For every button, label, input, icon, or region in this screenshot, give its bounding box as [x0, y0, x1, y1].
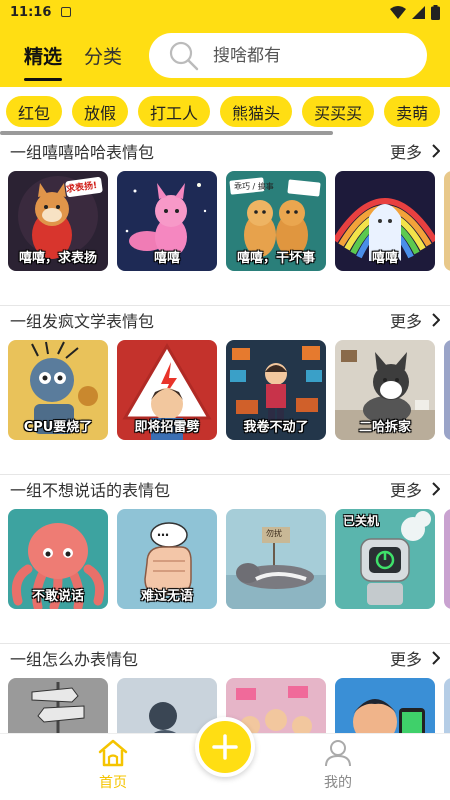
- phone-man-icon: [335, 678, 435, 733]
- sticker-tile[interactable]: [8, 678, 108, 733]
- next-tile-peek: [444, 678, 450, 733]
- more-label: 更多: [389, 143, 422, 162]
- nav-mine[interactable]: 我的: [308, 738, 368, 792]
- user-icon: [325, 740, 351, 767]
- signal-icon: [412, 5, 425, 19]
- sticker-feed[interactable]: 一组嘻嘻哈哈表情包 更多 求表扬! 嘻嘻，求表扬 嘻嘻 乖巧 / 搞事 嘻嘻，干…: [0, 137, 450, 733]
- sticker-tile[interactable]: 嘻嘻: [335, 171, 435, 271]
- sticker-caption: CPU要烧了: [23, 420, 93, 435]
- sticker-tile[interactable]: 即将招雷劈: [117, 340, 217, 440]
- sticker-caption: 即将招雷劈: [134, 420, 200, 435]
- sticker-caption: 嘻嘻: [153, 251, 180, 266]
- tag-chips-bar: 红包 放假 打工人 熊猫头 买买买 卖萌: [0, 87, 450, 137]
- notification-icon: [61, 7, 72, 17]
- sticker-tile[interactable]: 已关机: [335, 509, 435, 609]
- sticker-caption: 难过无语: [140, 589, 193, 604]
- sticker-caption: 嘻嘻: [371, 251, 398, 266]
- chevron-right-icon: [432, 313, 440, 327]
- chip-shopping[interactable]: 买买买: [302, 96, 375, 127]
- sleeping-cat-icon: [226, 509, 326, 609]
- sticker-caption: 我卷不动了: [243, 420, 309, 435]
- chip-panda-head[interactable]: 熊猫头: [220, 96, 293, 127]
- sticker-section: 一组嘻嘻哈哈表情包 更多 求表扬! 嘻嘻，求表扬 嘻嘻 乖巧 / 搞事 嘻嘻，干…: [0, 137, 450, 306]
- chevron-right-icon: [432, 482, 440, 496]
- sticker-caption: 嘻嘻，求表扬: [18, 251, 97, 266]
- signpost-icon: [8, 678, 108, 733]
- sticker-row: 不敢说话 … 难过无语 勿扰 已关机: [8, 509, 435, 609]
- sticker-tile[interactable]: [335, 678, 435, 733]
- chevron-right-icon: [432, 144, 440, 158]
- section-title: 一组怎么办表情包: [10, 650, 139, 669]
- sticker-tile[interactable]: 勿扰: [226, 509, 326, 609]
- chips-scroll-indicator: [0, 131, 333, 135]
- section-header: 一组发疯文学表情包 更多: [10, 308, 440, 332]
- section-title: 一组发疯文学表情包: [10, 312, 155, 331]
- sticker-sign: 已关机: [343, 514, 380, 528]
- section-header: 一组不想说话的表情包 更多: [10, 477, 440, 501]
- status-time: 11:16: [10, 4, 52, 20]
- nav-home[interactable]: 首页: [83, 738, 143, 792]
- sticker-tile[interactable]: 乖巧 / 搞事 嘻嘻，干坏事: [226, 171, 326, 271]
- battery-icon: [431, 4, 440, 20]
- sticker-caption: 嘻嘻，干坏事: [236, 251, 315, 266]
- app-root: 11:16 精选 分类 红包 放假 打工人 熊猫头 买买买 卖萌: [0, 0, 450, 800]
- section-header: 一组怎么办表情包 更多: [10, 646, 440, 670]
- more-link[interactable]: 更多: [390, 477, 440, 501]
- search-input[interactable]: [213, 45, 393, 66]
- sticker-caption: 不敢说话: [31, 589, 84, 604]
- sticker-tile[interactable]: 我卷不动了: [226, 340, 326, 440]
- sticker-row: CPU要烧了 即将招雷劈 我卷不动了 二哈拆家: [8, 340, 435, 440]
- sticker-tile[interactable]: [117, 678, 217, 733]
- more-label: 更多: [389, 312, 422, 331]
- sticker-section: 一组不想说话的表情包 更多 不敢说话 … 难过无语 勿扰 已关机: [0, 475, 450, 644]
- wifi-icon: [390, 5, 406, 19]
- chip-worker[interactable]: 打工人: [138, 96, 211, 127]
- sticker-tile[interactable]: 嘻嘻: [117, 171, 217, 271]
- more-label: 更多: [389, 481, 422, 500]
- sticker-tile[interactable]: 不敢说话: [8, 509, 108, 609]
- speech-bubble: …: [157, 525, 169, 539]
- home-icon: [98, 739, 128, 767]
- section-title: 一组嘻嘻哈哈表情包: [10, 143, 155, 162]
- chip-cute[interactable]: 卖萌: [384, 96, 441, 127]
- status-bar: 11:16: [0, 0, 450, 24]
- nav-home-label: 首页: [99, 775, 127, 791]
- status-icons: [390, 4, 440, 20]
- more-link[interactable]: 更多: [390, 646, 440, 670]
- add-button[interactable]: [195, 717, 255, 777]
- section-title: 一组不想说话的表情包: [10, 481, 171, 500]
- next-tile-peek: [444, 171, 450, 271]
- section-header: 一组嘻嘻哈哈表情包 更多: [10, 139, 440, 163]
- sticker-tile[interactable]: 二哈拆家: [335, 340, 435, 440]
- sticker-sign: 勿扰: [266, 529, 282, 538]
- tab-featured[interactable]: 精选: [24, 42, 63, 81]
- next-tile-peek: [444, 340, 450, 440]
- chevron-right-icon: [432, 651, 440, 665]
- nav-mine-label: 我的: [324, 775, 352, 791]
- more-link[interactable]: 更多: [390, 308, 440, 332]
- sad-person-icon: [117, 678, 217, 733]
- sticker-tile[interactable]: 求表扬! 嘻嘻，求表扬: [8, 171, 108, 271]
- plus-icon: [212, 734, 238, 760]
- tab-category[interactable]: 分类: [84, 42, 122, 69]
- more-link[interactable]: 更多: [390, 139, 440, 163]
- sticker-tile[interactable]: CPU要烧了: [8, 340, 108, 440]
- sticker-caption: 二哈拆家: [358, 420, 411, 435]
- sticker-tile[interactable]: … 难过无语: [117, 509, 217, 609]
- next-tile-peek: [444, 509, 450, 609]
- top-header: 精选 分类: [0, 24, 450, 87]
- tag-chips: 红包 放假 打工人 熊猫头 买买买 卖萌: [6, 96, 441, 127]
- search-box[interactable]: [149, 33, 427, 78]
- chip-red-packet[interactable]: 红包: [6, 96, 63, 127]
- sticker-row: 求表扬! 嘻嘻，求表扬 嘻嘻 乖巧 / 搞事 嘻嘻，干坏事 嘻嘻: [8, 171, 435, 271]
- more-label: 更多: [389, 650, 422, 669]
- sticker-sign: 乖巧 / 搞事: [234, 182, 274, 191]
- chip-holiday[interactable]: 放假: [72, 96, 129, 127]
- search-icon: [169, 41, 199, 70]
- sticker-section: 一组发疯文学表情包 更多 CPU要烧了 即将招雷劈 我卷不动了 二哈拆家: [0, 306, 450, 475]
